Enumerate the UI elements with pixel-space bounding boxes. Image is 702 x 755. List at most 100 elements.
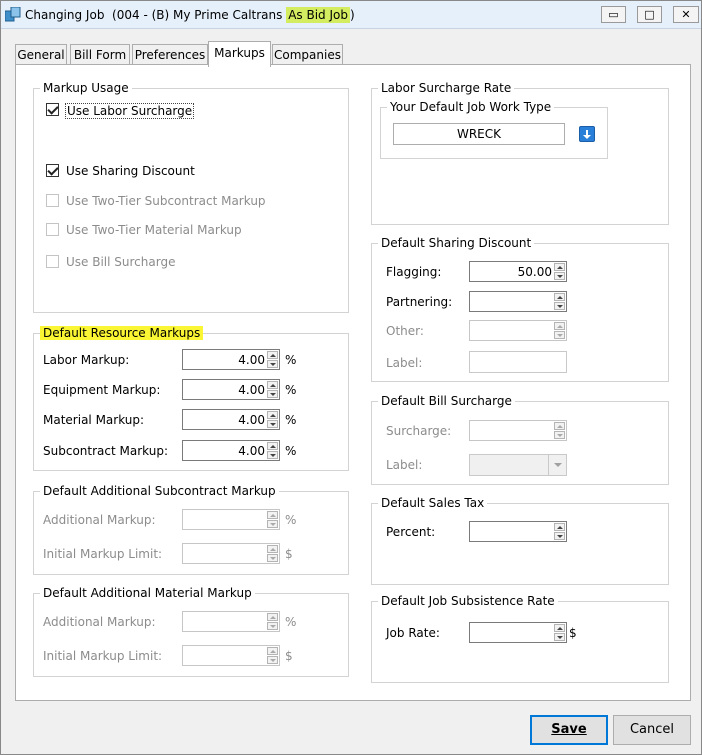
spin-down-icon[interactable] xyxy=(554,633,565,641)
spin-up-icon[interactable] xyxy=(267,647,278,655)
labor-surcharge-group: Labor Surcharge Rate Your Default Job Wo… xyxy=(371,81,669,225)
work-type-lookup-icon[interactable] xyxy=(579,126,595,142)
spin-down-icon[interactable] xyxy=(267,656,278,664)
partnering-label: Partnering: xyxy=(386,295,453,309)
mat-initial-limit-label: Initial Markup Limit: xyxy=(43,649,163,663)
sub-additional-markup-field[interactable] xyxy=(182,509,280,530)
spin-up-icon[interactable] xyxy=(267,351,278,359)
percent-label: Percent: xyxy=(386,525,436,539)
save-button[interactable]: Save xyxy=(530,715,608,745)
spin-up-icon[interactable] xyxy=(267,411,278,419)
tab-general[interactable]: General xyxy=(15,44,67,66)
discount-label-field[interactable] xyxy=(469,351,567,373)
spin-down-icon[interactable] xyxy=(267,420,278,428)
tab-markups[interactable]: Markups xyxy=(208,41,271,67)
spin-down-icon[interactable] xyxy=(554,431,565,439)
tab-bill-form[interactable]: Bill Form xyxy=(70,44,130,66)
mat-additional-markup-label: Additional Markup: xyxy=(43,615,156,629)
flagging-field[interactable]: 50.00 xyxy=(469,261,567,282)
surcharge-label-label: Label: xyxy=(386,458,423,472)
equipment-markup-label: Equipment Markup: xyxy=(43,383,161,397)
save-button-label: Save xyxy=(551,722,587,737)
sub-initial-limit-label: Initial Markup Limit: xyxy=(43,547,163,561)
job-rate-field[interactable] xyxy=(469,622,567,643)
additional-subcontract-title: Default Additional Subcontract Markup xyxy=(40,484,279,498)
chevron-down-icon[interactable] xyxy=(548,455,566,475)
partnering-field[interactable] xyxy=(469,291,567,312)
mat-additional-markup-unit: % xyxy=(285,615,297,629)
spin-up-icon[interactable] xyxy=(267,613,278,621)
use-labor-surcharge-label[interactable]: Use Labor Surcharge xyxy=(64,103,195,119)
equipment-markup-field[interactable]: 4.00 xyxy=(182,379,280,400)
sub-initial-limit-field[interactable] xyxy=(182,543,280,564)
use-sharing-discount-checkbox[interactable] xyxy=(46,164,59,177)
sharing-discount-group: Default Sharing Discount Flagging: 50.00… xyxy=(371,236,669,382)
spin-down-icon[interactable] xyxy=(554,272,565,280)
markup-usage-title: Markup Usage xyxy=(40,81,132,95)
spin-down-icon[interactable] xyxy=(267,622,278,630)
spin-down-icon[interactable] xyxy=(554,532,565,540)
other-field[interactable] xyxy=(469,320,567,341)
spin-up-icon[interactable] xyxy=(554,293,565,301)
spin-up-icon[interactable] xyxy=(267,381,278,389)
equipment-markup-value: 4.00 xyxy=(238,383,265,397)
spin-up-icon[interactable] xyxy=(554,263,565,271)
spin-down-icon[interactable] xyxy=(267,520,278,528)
surcharge-field[interactable] xyxy=(469,420,567,441)
material-markup-value: 4.00 xyxy=(238,413,265,427)
title-bar[interactable]: Changing Job (004 - (B) My Prime Caltran… xyxy=(1,1,701,29)
spin-up-icon[interactable] xyxy=(267,511,278,519)
spin-up-icon[interactable] xyxy=(554,523,565,531)
subsistence-group: Default Job Subsistence Rate Job Rate: $ xyxy=(371,594,669,683)
dialog-window: Changing Job (004 - (B) My Prime Caltran… xyxy=(0,0,702,755)
spin-down-icon[interactable] xyxy=(267,360,278,368)
tab-preferences[interactable]: Preferences xyxy=(132,44,208,66)
use-two-tier-material-checkbox[interactable] xyxy=(46,223,59,236)
mat-additional-markup-field[interactable] xyxy=(182,611,280,632)
percent-field[interactable] xyxy=(469,521,567,542)
spin-down-icon[interactable] xyxy=(267,554,278,562)
material-markup-unit: % xyxy=(285,413,297,427)
spin-down-icon[interactable] xyxy=(554,331,565,339)
default-work-type-group: Your Default Job Work Type WRECK xyxy=(380,100,608,159)
subcontract-markup-field[interactable]: 4.00 xyxy=(182,440,280,461)
window-title-suffix: ) xyxy=(349,8,355,22)
spin-up-icon[interactable] xyxy=(267,545,278,553)
minimize-button[interactable]: ▭ xyxy=(601,6,626,23)
tab-companies[interactable]: Companies xyxy=(272,44,343,66)
default-work-type-title: Your Default Job Work Type xyxy=(387,100,555,114)
use-labor-surcharge-checkbox[interactable] xyxy=(46,103,59,116)
markups-panel: Markup Usage Use Labor Surcharge Use Sha… xyxy=(15,64,691,701)
mat-initial-limit-unit: $ xyxy=(285,649,293,663)
bill-surcharge-title: Default Bill Surcharge xyxy=(378,394,515,408)
use-two-tier-subcontract-checkbox[interactable] xyxy=(46,194,59,207)
maximize-button[interactable]: □ xyxy=(637,6,662,23)
flagging-value: 50.00 xyxy=(517,265,552,279)
other-label: Other: xyxy=(386,324,424,338)
discount-label-label: Label: xyxy=(386,356,423,370)
spin-up-icon[interactable] xyxy=(554,322,565,330)
spin-up-icon[interactable] xyxy=(554,624,565,632)
cancel-button[interactable]: Cancel xyxy=(613,715,691,745)
use-two-tier-subcontract-label: Use Two-Tier Subcontract Markup xyxy=(66,194,266,208)
equipment-markup-unit: % xyxy=(285,383,297,397)
labor-markup-field[interactable]: 4.00 xyxy=(182,349,280,370)
spin-up-icon[interactable] xyxy=(267,442,278,450)
window-title-highlight: As Bid Job xyxy=(286,7,350,23)
use-two-tier-material-label: Use Two-Tier Material Markup xyxy=(66,223,242,237)
spin-up-icon[interactable] xyxy=(554,422,565,430)
subcontract-markup-value: 4.00 xyxy=(238,444,265,458)
spin-down-icon[interactable] xyxy=(554,302,565,310)
close-button[interactable]: ✕ xyxy=(673,6,699,23)
spin-down-icon[interactable] xyxy=(267,451,278,459)
work-type-field[interactable]: WRECK xyxy=(393,123,565,145)
sub-additional-markup-label: Additional Markup: xyxy=(43,513,156,527)
material-markup-field[interactable]: 4.00 xyxy=(182,409,280,430)
use-bill-surcharge-checkbox[interactable] xyxy=(46,255,59,268)
mat-initial-limit-field[interactable] xyxy=(182,645,280,666)
surcharge-label: Surcharge: xyxy=(386,424,452,438)
spin-down-icon[interactable] xyxy=(267,390,278,398)
additional-material-title: Default Additional Material Markup xyxy=(40,586,255,600)
surcharge-label-dropdown[interactable] xyxy=(469,454,567,476)
use-sharing-discount-label[interactable]: Use Sharing Discount xyxy=(66,164,195,178)
